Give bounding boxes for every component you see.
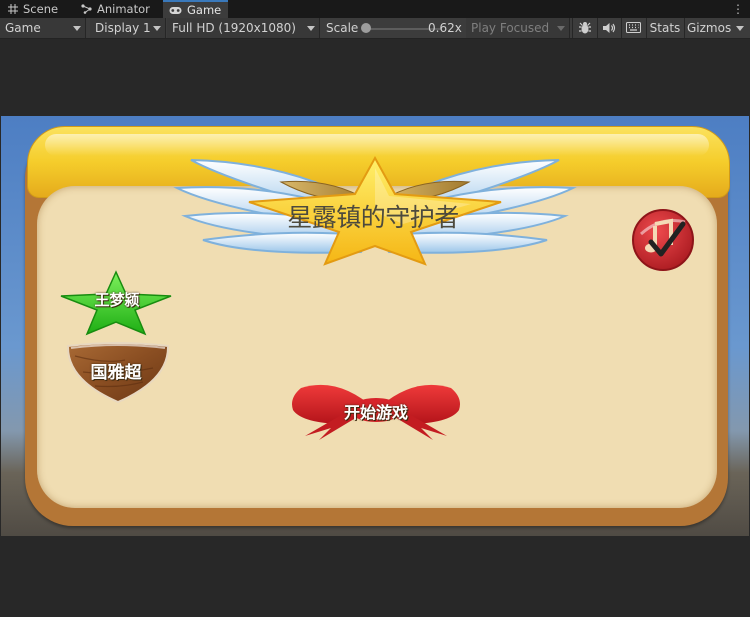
dropdown-value: Game bbox=[5, 21, 41, 35]
tab-label: Scene bbox=[23, 2, 59, 16]
tab-label: Game bbox=[187, 3, 222, 17]
start-game-label: 开始游戏 bbox=[343, 403, 408, 422]
dropdown-value: Display 1 bbox=[95, 21, 151, 35]
scale-value: 0.62x bbox=[428, 21, 462, 35]
editor-tab-bar: Scene Animator Game ⋮ bbox=[0, 0, 750, 18]
shortcuts-button[interactable] bbox=[621, 18, 645, 38]
chevron-down-icon bbox=[307, 26, 315, 31]
tab-label: Animator bbox=[97, 2, 150, 16]
gizmos-label: Gizmos bbox=[687, 21, 732, 35]
chevron-down-icon bbox=[153, 26, 161, 31]
display-dropdown[interactable]: Display 1 bbox=[90, 18, 166, 38]
keyboard-icon bbox=[626, 22, 641, 33]
hero-1-label: 王梦颍 bbox=[94, 291, 140, 309]
tab-animator[interactable]: Animator bbox=[81, 0, 150, 18]
play-mode-dropdown[interactable]: Play Focused bbox=[466, 18, 570, 38]
bug-icon bbox=[578, 22, 591, 34]
gamepad-icon bbox=[169, 6, 182, 14]
grid-icon bbox=[8, 4, 18, 14]
gizmos-button[interactable]: Gizmos bbox=[684, 18, 750, 38]
dropdown-value: Play Focused bbox=[471, 21, 550, 35]
dropdown-value: Full HD (1920x1080) bbox=[172, 21, 296, 35]
speaker-icon bbox=[603, 23, 616, 33]
scale-slider[interactable]: Scale 0.62x bbox=[320, 18, 465, 38]
music-toggle-button[interactable] bbox=[631, 208, 695, 272]
scale-label: Scale bbox=[326, 21, 359, 35]
tab-game[interactable]: Game bbox=[163, 0, 229, 18]
animator-icon bbox=[81, 4, 92, 14]
stats-button[interactable]: Stats bbox=[646, 18, 683, 38]
view-type-dropdown[interactable]: Game bbox=[0, 18, 86, 38]
chevron-down-icon bbox=[557, 26, 565, 31]
chevron-down-icon[interactable] bbox=[736, 26, 744, 31]
game-title: 星露镇的守护者 bbox=[287, 203, 459, 232]
scale-handle[interactable] bbox=[361, 23, 371, 33]
mute-audio-button[interactable] bbox=[597, 18, 620, 38]
game-view[interactable]: 星露镇的守护者 王梦颍 国雅超 开始游戏 bbox=[1, 116, 749, 536]
tab-scene[interactable]: Scene bbox=[8, 0, 58, 18]
chevron-down-icon bbox=[73, 26, 81, 31]
debug-button[interactable] bbox=[572, 18, 596, 38]
hero-2-label: 国雅超 bbox=[90, 363, 142, 383]
more-options-icon[interactable]: ⋮ bbox=[732, 1, 744, 17]
game-view-toolbar: Game Display 1 Full HD (1920x1080) Scale… bbox=[0, 18, 750, 39]
stats-label: Stats bbox=[649, 21, 681, 35]
music-note-check-icon bbox=[632, 209, 694, 271]
resolution-dropdown[interactable]: Full HD (1920x1080) bbox=[167, 18, 320, 38]
